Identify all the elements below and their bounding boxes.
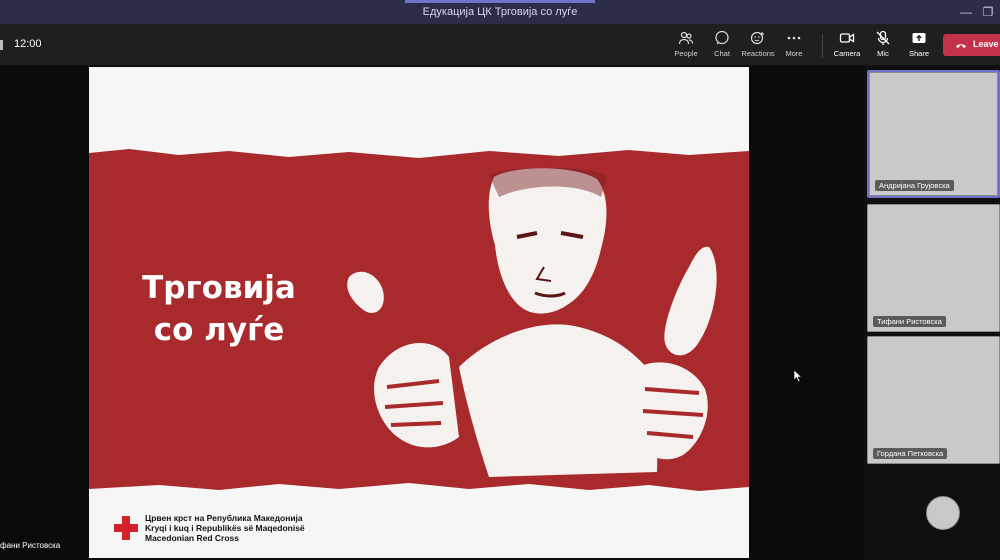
red-cross-icon: [114, 516, 138, 540]
slide-title: Трговија со луѓе: [119, 267, 319, 351]
mic-off-icon: [876, 30, 890, 45]
red-cross-logo-text: Црвен крст на Република Македонија Kryqi…: [145, 513, 305, 543]
hang-up-icon: [956, 44, 966, 48]
mic-label: Mic: [877, 49, 889, 58]
share-icon: [912, 33, 926, 43]
title-bar: Едукација ЦК Трговија со луѓе — ❐: [0, 0, 1000, 24]
participant-tile[interactable]: Гордана Петковска: [867, 336, 1000, 464]
camera-label: Camera: [833, 49, 861, 58]
slide-title-line-2: со луѓе: [153, 312, 285, 348]
participant-tile[interactable]: Андријана Грујовска: [867, 70, 1000, 198]
chat-button[interactable]: Chat: [702, 30, 742, 62]
slide-title-line-1: Трговија: [142, 270, 296, 306]
participant-gallery: Андријана Грујовска Тифани Ристовска Гор…: [864, 66, 1000, 560]
presenter-name-label: фани Ристовска: [0, 541, 61, 550]
participant-video-placeholder: [867, 204, 1000, 332]
more-button[interactable]: More: [774, 30, 814, 62]
window-title: Едукација ЦК Трговија со луѓе: [422, 6, 578, 18]
people-icon: [678, 31, 694, 45]
human-trafficking-illustration: [347, 167, 717, 477]
more-icon: [787, 36, 801, 40]
participant-video-placeholder: [869, 72, 998, 196]
chat-label: Chat: [714, 49, 730, 58]
mic-button[interactable]: Mic: [863, 30, 903, 62]
meeting-toolbar: 12:00 People Chat Reactions More Camera …: [0, 24, 1000, 66]
shared-content-stage: Трговија со луѓе Црвен крст на Република…: [0, 66, 864, 560]
chat-icon: [715, 30, 729, 45]
recording-indicator: [0, 40, 3, 50]
leave-label: Leave: [973, 39, 999, 49]
participant-name: Гордана Петковска: [873, 448, 948, 459]
leave-button[interactable]: Leave: [943, 34, 1000, 56]
reactions-icon: [750, 31, 764, 45]
more-label: More: [785, 49, 803, 58]
presentation-slide: Трговија со луѓе Црвен крст на Република…: [89, 67, 749, 558]
share-button[interactable]: Share: [899, 30, 939, 62]
people-label: People: [674, 49, 698, 58]
logo-line-en: Macedonian Red Cross: [145, 533, 239, 543]
logo-line-mk: Црвен крст на Република Македонија: [145, 513, 303, 523]
people-button[interactable]: People: [666, 30, 706, 62]
reactions-button[interactable]: Reactions: [738, 30, 778, 62]
participant-name: Андријана Грујовска: [875, 180, 954, 191]
title-accent: [405, 0, 595, 3]
maximize-icon[interactable]: ❐: [980, 4, 996, 20]
self-avatar[interactable]: [926, 496, 960, 530]
minimize-icon[interactable]: —: [958, 4, 974, 20]
toolbar-divider: [822, 34, 823, 58]
participant-tile[interactable]: Тифани Ристовска: [867, 204, 1000, 332]
participant-name: Тифани Ристовска: [873, 316, 946, 327]
reactions-label: Reactions: [741, 49, 775, 58]
mouse-cursor-icon: [794, 370, 802, 382]
camera-icon: [839, 33, 855, 43]
participant-video-placeholder: [867, 336, 1000, 464]
logo-line-sq: Kryqi i kuq i Republikës së Maqedonisë: [145, 523, 305, 533]
meeting-timer: 12:00: [14, 38, 42, 50]
camera-button[interactable]: Camera: [827, 30, 867, 62]
share-label: Share: [908, 49, 929, 58]
